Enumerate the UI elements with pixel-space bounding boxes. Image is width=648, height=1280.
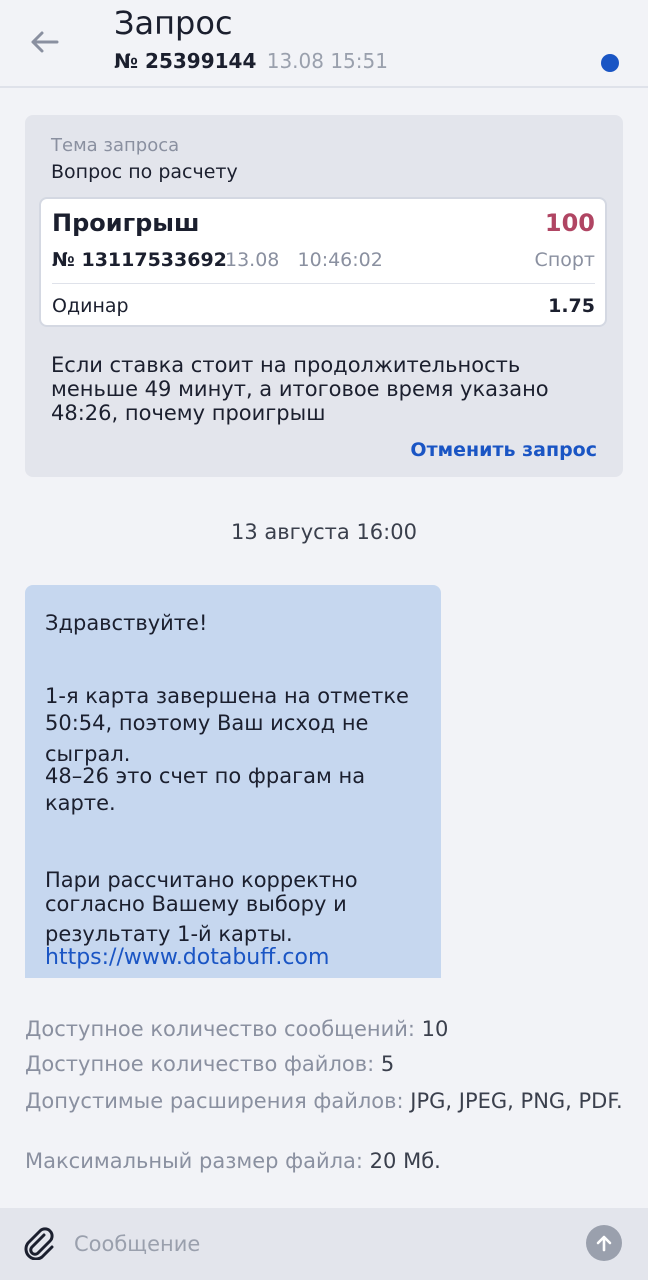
request-meta: № 25399144 13.08 15:51	[114, 49, 388, 73]
request-question: Если ставка стоит на продолжительность м…	[51, 353, 549, 425]
limit-size-value: 20 Мб.	[369, 1149, 441, 1173]
bet-amount: 100	[544, 209, 595, 237]
arrow-up-icon	[596, 1235, 612, 1252]
send-button[interactable]	[586, 1225, 622, 1261]
date-separator: 13 августа 16:00	[231, 520, 417, 544]
limit-messages-value: 10	[421, 1017, 449, 1041]
bet-odds: 1.75	[548, 295, 595, 317]
arrow-left-icon	[31, 31, 59, 53]
message-line: 1-я карта завершена на отметке 50:54, по…	[45, 684, 409, 735]
back-button[interactable]	[26, 24, 62, 60]
limit-extensions: Допустимые расширения файлов: JPG, JPEG,…	[25, 1090, 625, 1113]
message-greeting: Здравствуйте!	[45, 611, 208, 635]
bet-category: Спорт	[534, 249, 595, 271]
message-link[interactable]: https://www.dotabuff.com	[45, 945, 329, 970]
request-card: Тема запроса Вопрос по расчету Проигрыш …	[25, 115, 623, 477]
limit-files-value: 5	[380, 1052, 395, 1076]
limit-extensions-value: JPG, JPEG, PNG, PDF.	[410, 1089, 623, 1113]
limit-extensions-label: Допустимые расширения файлов:	[25, 1089, 404, 1113]
status-dot-icon	[601, 54, 619, 72]
message-line: 48–26 это счет по фрагам на карте.	[45, 764, 366, 815]
bet-card[interactable]: Проигрыш 100 № 13117533692 13.08 10:46:0…	[39, 197, 607, 327]
request-time: 13.08 15:51	[266, 49, 388, 73]
limit-messages-label: Доступное количество сообщений:	[25, 1017, 415, 1041]
request-number: № 25399144	[114, 49, 257, 73]
limit-files-label: Доступное количество файлов:	[25, 1052, 375, 1076]
page-title: Запрос	[114, 4, 233, 42]
limit-size-label: Максимальный размер файла:	[25, 1149, 363, 1173]
limit-files: Доступное количество файлов: 5	[25, 1053, 625, 1076]
message-line: Пари рассчитано корректно	[45, 868, 358, 892]
topic-value: Вопрос по расчету	[51, 161, 238, 183]
cancel-request-button[interactable]: Отменить запрос	[410, 439, 597, 461]
message-composer	[0, 1208, 648, 1280]
message-line: результату 1-й карты.	[45, 922, 293, 946]
message-input[interactable]	[74, 1220, 554, 1268]
bet-status: Проигрыш	[52, 209, 200, 237]
attach-button[interactable]	[22, 1226, 56, 1261]
paperclip-icon	[24, 1227, 54, 1261]
limit-size: Максимальный размер файла: 20 Мб.	[25, 1150, 625, 1173]
message-line: согласно Вашему выбору и	[45, 892, 347, 916]
bet-type: Одинар	[52, 295, 129, 317]
bet-datetime: 13.08 10:46:02	[225, 249, 383, 271]
app-header: Запрос № 25399144 13.08 15:51	[0, 0, 648, 88]
bet-number: № 13117533692	[52, 249, 227, 271]
topic-label: Тема запроса	[51, 135, 180, 156]
message-bubble: Здравствуйте! 1-я карта завершена на отм…	[25, 585, 441, 978]
limit-messages: Доступное количество сообщений: 10	[25, 1018, 625, 1041]
bet-divider	[52, 283, 595, 284]
